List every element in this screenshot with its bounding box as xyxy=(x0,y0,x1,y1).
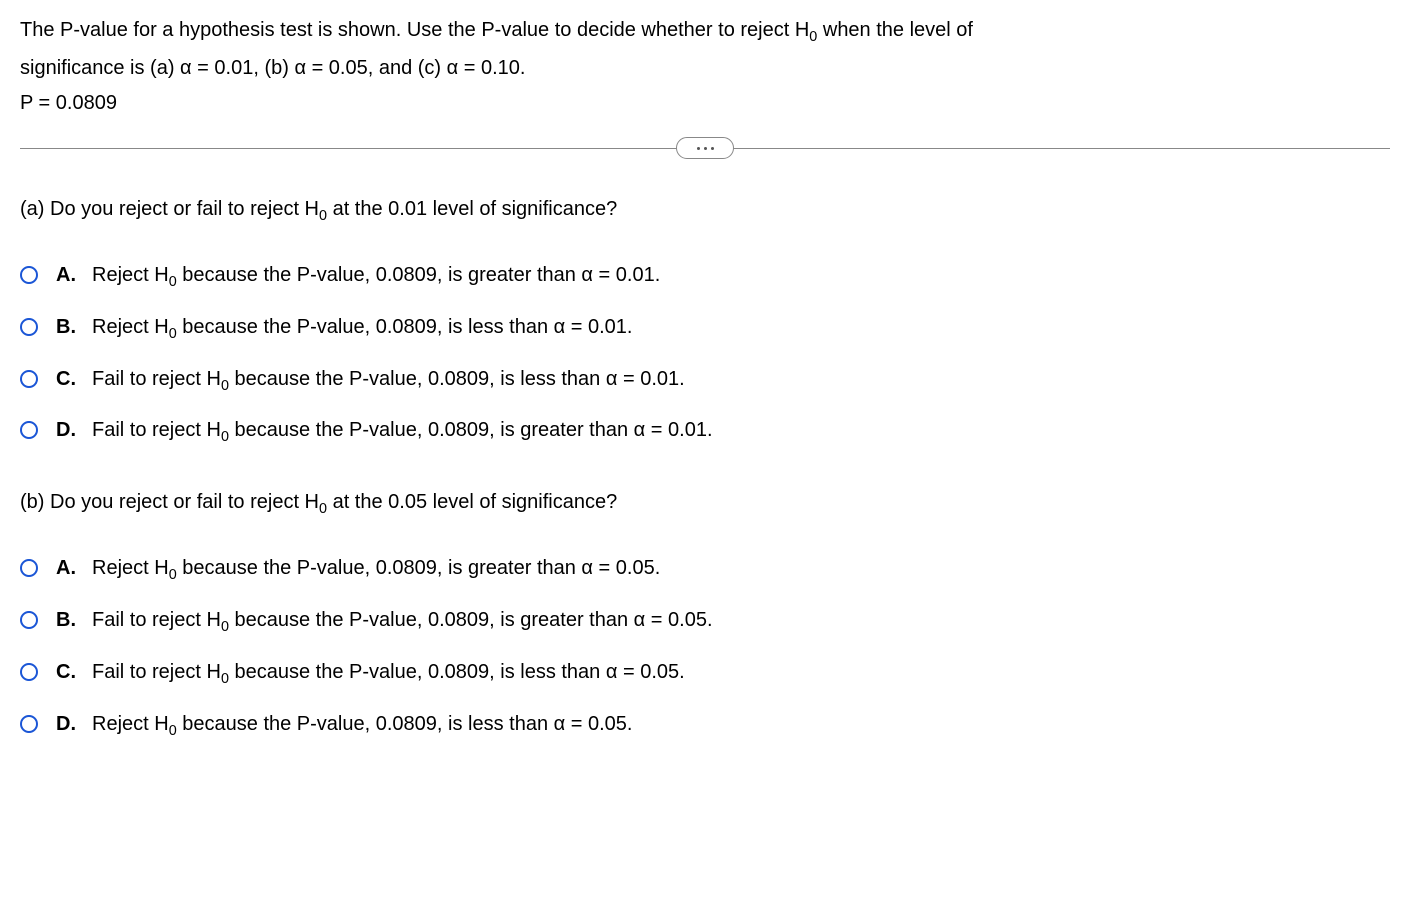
option-text: Fail to reject H0 because the P-value, 0… xyxy=(92,365,1390,397)
intro-line-1: The P-value for a hypothesis test is sho… xyxy=(20,16,1390,48)
stem-text: (b) Do you reject or fail to reject H xyxy=(20,491,319,513)
intro-text: The P-value for a hypothesis test is sho… xyxy=(20,19,809,41)
stem-text: at the 0.01 level of significance? xyxy=(327,198,617,220)
option-a-A[interactable]: A. Reject H0 because the P-value, 0.0809… xyxy=(20,261,1390,293)
part-a-stem: (a) Do you reject or fail to reject H0 a… xyxy=(20,195,1390,227)
option-text: Fail to reject H0 because the P-value, 0… xyxy=(92,416,1390,448)
option-letter: D. xyxy=(56,710,84,739)
part-b-options: A. Reject H0 because the P-value, 0.0809… xyxy=(20,554,1390,742)
p-value: P = 0.0809 xyxy=(20,89,1390,118)
option-a-D[interactable]: D. Fail to reject H0 because the P-value… xyxy=(20,416,1390,448)
part-b-stem: (b) Do you reject or fail to reject H0 a… xyxy=(20,488,1390,520)
intro-text: when the level of xyxy=(817,19,973,41)
radio-icon[interactable] xyxy=(20,370,38,388)
stem-text: at the 0.05 level of significance? xyxy=(327,491,617,513)
option-letter: B. xyxy=(56,313,84,342)
option-text: Fail to reject H0 because the P-value, 0… xyxy=(92,658,1390,690)
radio-icon[interactable] xyxy=(20,611,38,629)
option-b-C[interactable]: C. Fail to reject H0 because the P-value… xyxy=(20,658,1390,690)
option-text: Reject H0 because the P-value, 0.0809, i… xyxy=(92,554,1390,586)
option-b-B[interactable]: B. Fail to reject H0 because the P-value… xyxy=(20,606,1390,638)
radio-icon[interactable] xyxy=(20,715,38,733)
subscript-zero: 0 xyxy=(319,501,327,517)
intro-line-2: significance is (a) α = 0.01, (b) α = 0.… xyxy=(20,54,1390,83)
option-letter: A. xyxy=(56,554,84,583)
option-letter: C. xyxy=(56,658,84,687)
option-a-C[interactable]: C. Fail to reject H0 because the P-value… xyxy=(20,365,1390,397)
radio-icon[interactable] xyxy=(20,266,38,284)
section-divider xyxy=(20,148,1390,149)
radio-icon[interactable] xyxy=(20,421,38,439)
option-text: Reject H0 because the P-value, 0.0809, i… xyxy=(92,261,1390,293)
option-letter: A. xyxy=(56,261,84,290)
option-b-D[interactable]: D. Reject H0 because the P-value, 0.0809… xyxy=(20,710,1390,742)
ellipsis-dot xyxy=(697,147,700,150)
option-letter: D. xyxy=(56,416,84,445)
question-intro: The P-value for a hypothesis test is sho… xyxy=(20,16,1390,118)
ellipsis-dot xyxy=(704,147,707,150)
option-b-A[interactable]: A. Reject H0 because the P-value, 0.0809… xyxy=(20,554,1390,586)
ellipsis-dot xyxy=(711,147,714,150)
part-a-options: A. Reject H0 because the P-value, 0.0809… xyxy=(20,261,1390,449)
stem-text: (a) Do you reject or fail to reject H xyxy=(20,198,319,220)
option-letter: B. xyxy=(56,606,84,635)
option-text: Reject H0 because the P-value, 0.0809, i… xyxy=(92,710,1390,742)
expand-pill[interactable] xyxy=(676,137,734,159)
option-a-B[interactable]: B. Reject H0 because the P-value, 0.0809… xyxy=(20,313,1390,345)
radio-icon[interactable] xyxy=(20,318,38,336)
option-text: Reject H0 because the P-value, 0.0809, i… xyxy=(92,313,1390,345)
option-text: Fail to reject H0 because the P-value, 0… xyxy=(92,606,1390,638)
subscript-zero: 0 xyxy=(319,208,327,224)
option-letter: C. xyxy=(56,365,84,394)
radio-icon[interactable] xyxy=(20,663,38,681)
radio-icon[interactable] xyxy=(20,559,38,577)
